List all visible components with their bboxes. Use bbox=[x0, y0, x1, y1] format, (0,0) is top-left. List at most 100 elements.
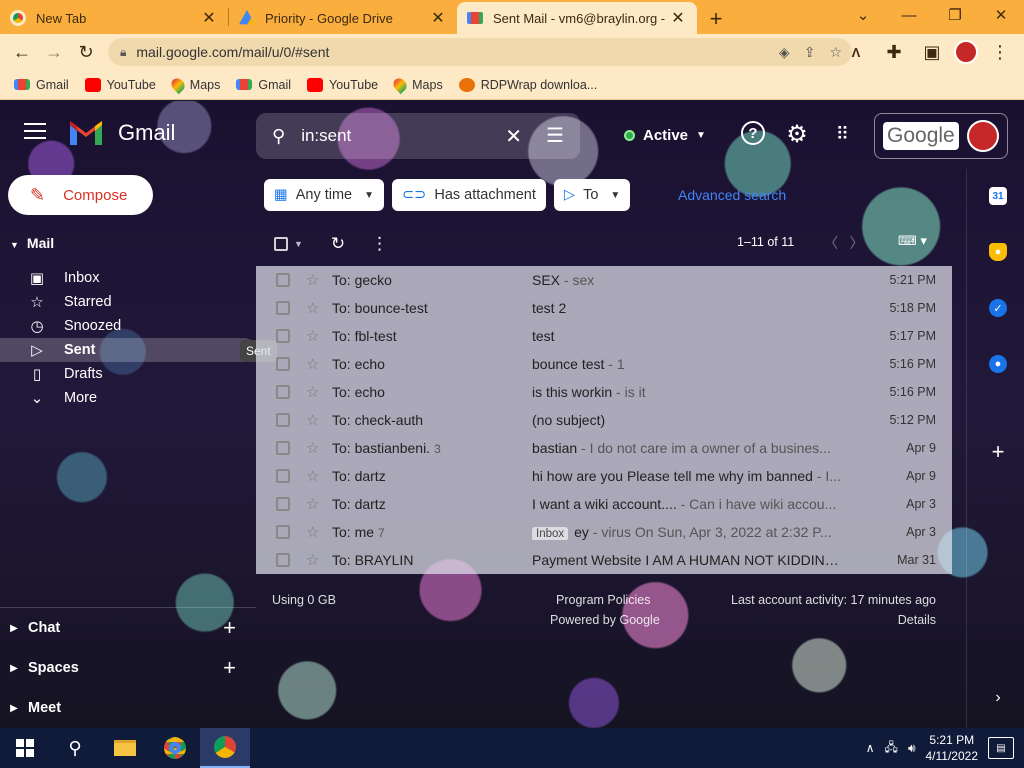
star-icon[interactable]: ☆ bbox=[306, 439, 326, 457]
email-row[interactable]: ☆ To: gecko SEX - sex 5:21 PM bbox=[256, 266, 952, 294]
close-window-icon[interactable]: ✕ bbox=[978, 0, 1024, 30]
show-hidden-icons-icon[interactable]: ∧ bbox=[866, 741, 875, 755]
nav-starred[interactable]: ☆ Starred bbox=[0, 290, 256, 314]
help-icon[interactable]: ? bbox=[741, 121, 765, 145]
email-row[interactable]: ☆ To: echo is this workin - is it 5:16 PM bbox=[256, 378, 952, 406]
star-icon[interactable]: ☆ bbox=[306, 271, 326, 289]
select-all-checkbox[interactable] bbox=[274, 237, 288, 251]
row-checkbox[interactable] bbox=[276, 553, 290, 567]
volume-icon[interactable]: 🔊︎ bbox=[908, 741, 916, 756]
close-tab-icon[interactable]: ✕ bbox=[429, 8, 447, 28]
star-icon[interactable]: ☆ bbox=[306, 467, 326, 485]
filter-to[interactable]: ▷ To ▼ bbox=[553, 179, 631, 211]
prev-page-icon[interactable]: 〈 bbox=[824, 235, 838, 251]
reload-icon[interactable]: ↻ bbox=[70, 36, 102, 68]
nav-drafts[interactable]: ▯ Drafts bbox=[0, 362, 256, 386]
email-row[interactable]: ☆ To: BRAYLIN Payment Website I AM A HUMAN… bbox=[256, 546, 952, 574]
tab-sent-mail[interactable]: Sent Mail - vm6@braylin.org - E ✕ bbox=[457, 2, 697, 34]
clear-search-icon[interactable]: ✕ bbox=[505, 124, 522, 149]
search-icon[interactable]: ⚲ bbox=[272, 126, 285, 147]
email-row[interactable]: ☆ To: dartz hi how are you Please tell me … bbox=[256, 462, 952, 490]
more-actions-icon[interactable]: ⋮ bbox=[371, 234, 388, 254]
bookmark-maps[interactable]: Maps bbox=[390, 75, 443, 94]
star-icon[interactable]: ☆ bbox=[306, 299, 326, 317]
search-bar[interactable]: ⚲ in:sent ✕ ☰ bbox=[256, 113, 580, 159]
star-icon[interactable]: ☆ bbox=[306, 355, 326, 373]
bookmark-maps[interactable]: Maps bbox=[168, 75, 220, 94]
new-chat-icon[interactable]: + bbox=[223, 615, 236, 641]
star-icon[interactable]: ☆ bbox=[306, 551, 326, 569]
get-addons-icon[interactable]: + bbox=[989, 439, 1007, 464]
clock[interactable]: 5:21 PM 4/11/2022 bbox=[926, 732, 979, 764]
email-row[interactable]: ☆ To: bounce-test test 2 5:18 PM bbox=[256, 294, 952, 322]
chrome-icon[interactable] bbox=[150, 728, 200, 768]
back-icon[interactable]: ← bbox=[6, 36, 38, 68]
section-chat[interactable]: ▶ Chat + bbox=[0, 615, 256, 641]
contacts-icon[interactable]: ● bbox=[989, 355, 1007, 373]
bookmark-rdpwrap[interactable]: RDPWrap downloa... bbox=[458, 77, 597, 92]
tab-google-drive[interactable]: Priority - Google Drive ✕ bbox=[229, 2, 457, 34]
windows-start-icon[interactable] bbox=[0, 728, 50, 768]
bookmark-youtube[interactable]: YouTube bbox=[307, 77, 378, 92]
calendar-icon[interactable]: 31 bbox=[989, 187, 1007, 205]
main-menu-icon[interactable] bbox=[24, 123, 46, 141]
install-app-icon[interactable]: ◈ bbox=[779, 44, 790, 61]
details-link[interactable]: Details bbox=[898, 613, 936, 627]
program-policies-link[interactable]: Program Policies bbox=[556, 593, 650, 607]
chrome-profile-icon[interactable] bbox=[200, 728, 250, 768]
bookmark-gmail[interactable]: Gmail bbox=[236, 78, 291, 92]
compose-button[interactable]: ✎ Compose bbox=[8, 175, 153, 215]
search-input[interactable]: in:sent bbox=[301, 126, 351, 146]
search-icon[interactable]: ⚲ bbox=[50, 728, 100, 768]
apps-grid-icon[interactable]: ⠿ bbox=[829, 121, 855, 147]
forward-icon[interactable]: → bbox=[38, 36, 70, 68]
close-tab-icon[interactable]: ✕ bbox=[669, 8, 687, 28]
row-checkbox[interactable] bbox=[276, 357, 290, 371]
row-checkbox[interactable] bbox=[276, 441, 290, 455]
menu-dots-icon[interactable]: ⋮ bbox=[984, 36, 1016, 68]
minimize-icon[interactable]: — bbox=[886, 0, 932, 30]
tab-search-icon[interactable]: ⌄ bbox=[840, 0, 886, 30]
new-tab-button[interactable]: + bbox=[701, 4, 731, 34]
tasks-icon[interactable]: ✓ bbox=[989, 299, 1007, 317]
status-selector[interactable]: Active ▼ bbox=[612, 117, 718, 153]
account-avatar[interactable] bbox=[966, 120, 999, 152]
bookmark-youtube[interactable]: YouTube bbox=[84, 77, 156, 92]
row-checkbox[interactable] bbox=[276, 385, 290, 399]
tab-new-tab[interactable]: New Tab ✕ bbox=[0, 2, 228, 34]
row-checkbox[interactable] bbox=[276, 525, 290, 539]
advanced-search-link[interactable]: Advanced search bbox=[678, 187, 786, 203]
row-checkbox[interactable] bbox=[276, 497, 290, 511]
network-icon[interactable]: 🖧︎ bbox=[885, 738, 898, 759]
bookmark-gmail[interactable]: Gmail bbox=[14, 78, 69, 92]
star-icon[interactable]: ☆ bbox=[306, 411, 326, 429]
input-tools-icon[interactable]: ⌨ ▾ bbox=[898, 233, 927, 249]
nav-snoozed[interactable]: ◷ Snoozed bbox=[0, 314, 256, 338]
nav-sent[interactable]: ▷ Sent bbox=[0, 338, 256, 362]
section-meet[interactable]: ▶ Meet bbox=[0, 696, 256, 720]
new-space-icon[interactable]: + bbox=[223, 655, 236, 681]
google-account-button[interactable]: Google bbox=[874, 113, 1008, 159]
refresh-icon[interactable]: ↻ bbox=[331, 234, 345, 254]
nav-inbox[interactable]: ▣ Inbox bbox=[0, 266, 256, 290]
nav-more[interactable]: ⌄ More bbox=[0, 386, 256, 410]
star-icon[interactable]: ☆ bbox=[306, 495, 326, 513]
close-tab-icon[interactable]: ✕ bbox=[200, 8, 218, 28]
lock-icon[interactable]: 🔒︎ bbox=[120, 45, 126, 60]
side-panel-icon[interactable]: ▣ bbox=[916, 36, 948, 68]
mail-section-header[interactable]: ▼ Mail bbox=[10, 235, 54, 251]
next-page-icon[interactable]: 〉 bbox=[850, 235, 864, 251]
extension-icon[interactable]: Λ bbox=[840, 36, 872, 68]
email-row[interactable]: ☆ To: me 7 Inbox ey - virus On Sun, Apr 3, 2… bbox=[256, 518, 952, 546]
restore-icon[interactable]: ❐ bbox=[932, 0, 978, 30]
keep-icon[interactable]: ● bbox=[989, 243, 1007, 261]
star-icon[interactable]: ☆ bbox=[306, 327, 326, 345]
profile-avatar[interactable] bbox=[954, 40, 978, 64]
email-row[interactable]: ☆ To: fbl-test test 5:17 PM bbox=[256, 322, 952, 350]
filter-has-attachment[interactable]: ⊂⊃ Has attachment bbox=[392, 179, 546, 211]
section-spaces[interactable]: ▶ Spaces + bbox=[0, 655, 256, 681]
search-options-icon[interactable]: ☰ bbox=[546, 123, 564, 148]
row-checkbox[interactable] bbox=[276, 413, 290, 427]
file-explorer-icon[interactable] bbox=[100, 728, 150, 768]
row-checkbox[interactable] bbox=[276, 301, 290, 315]
